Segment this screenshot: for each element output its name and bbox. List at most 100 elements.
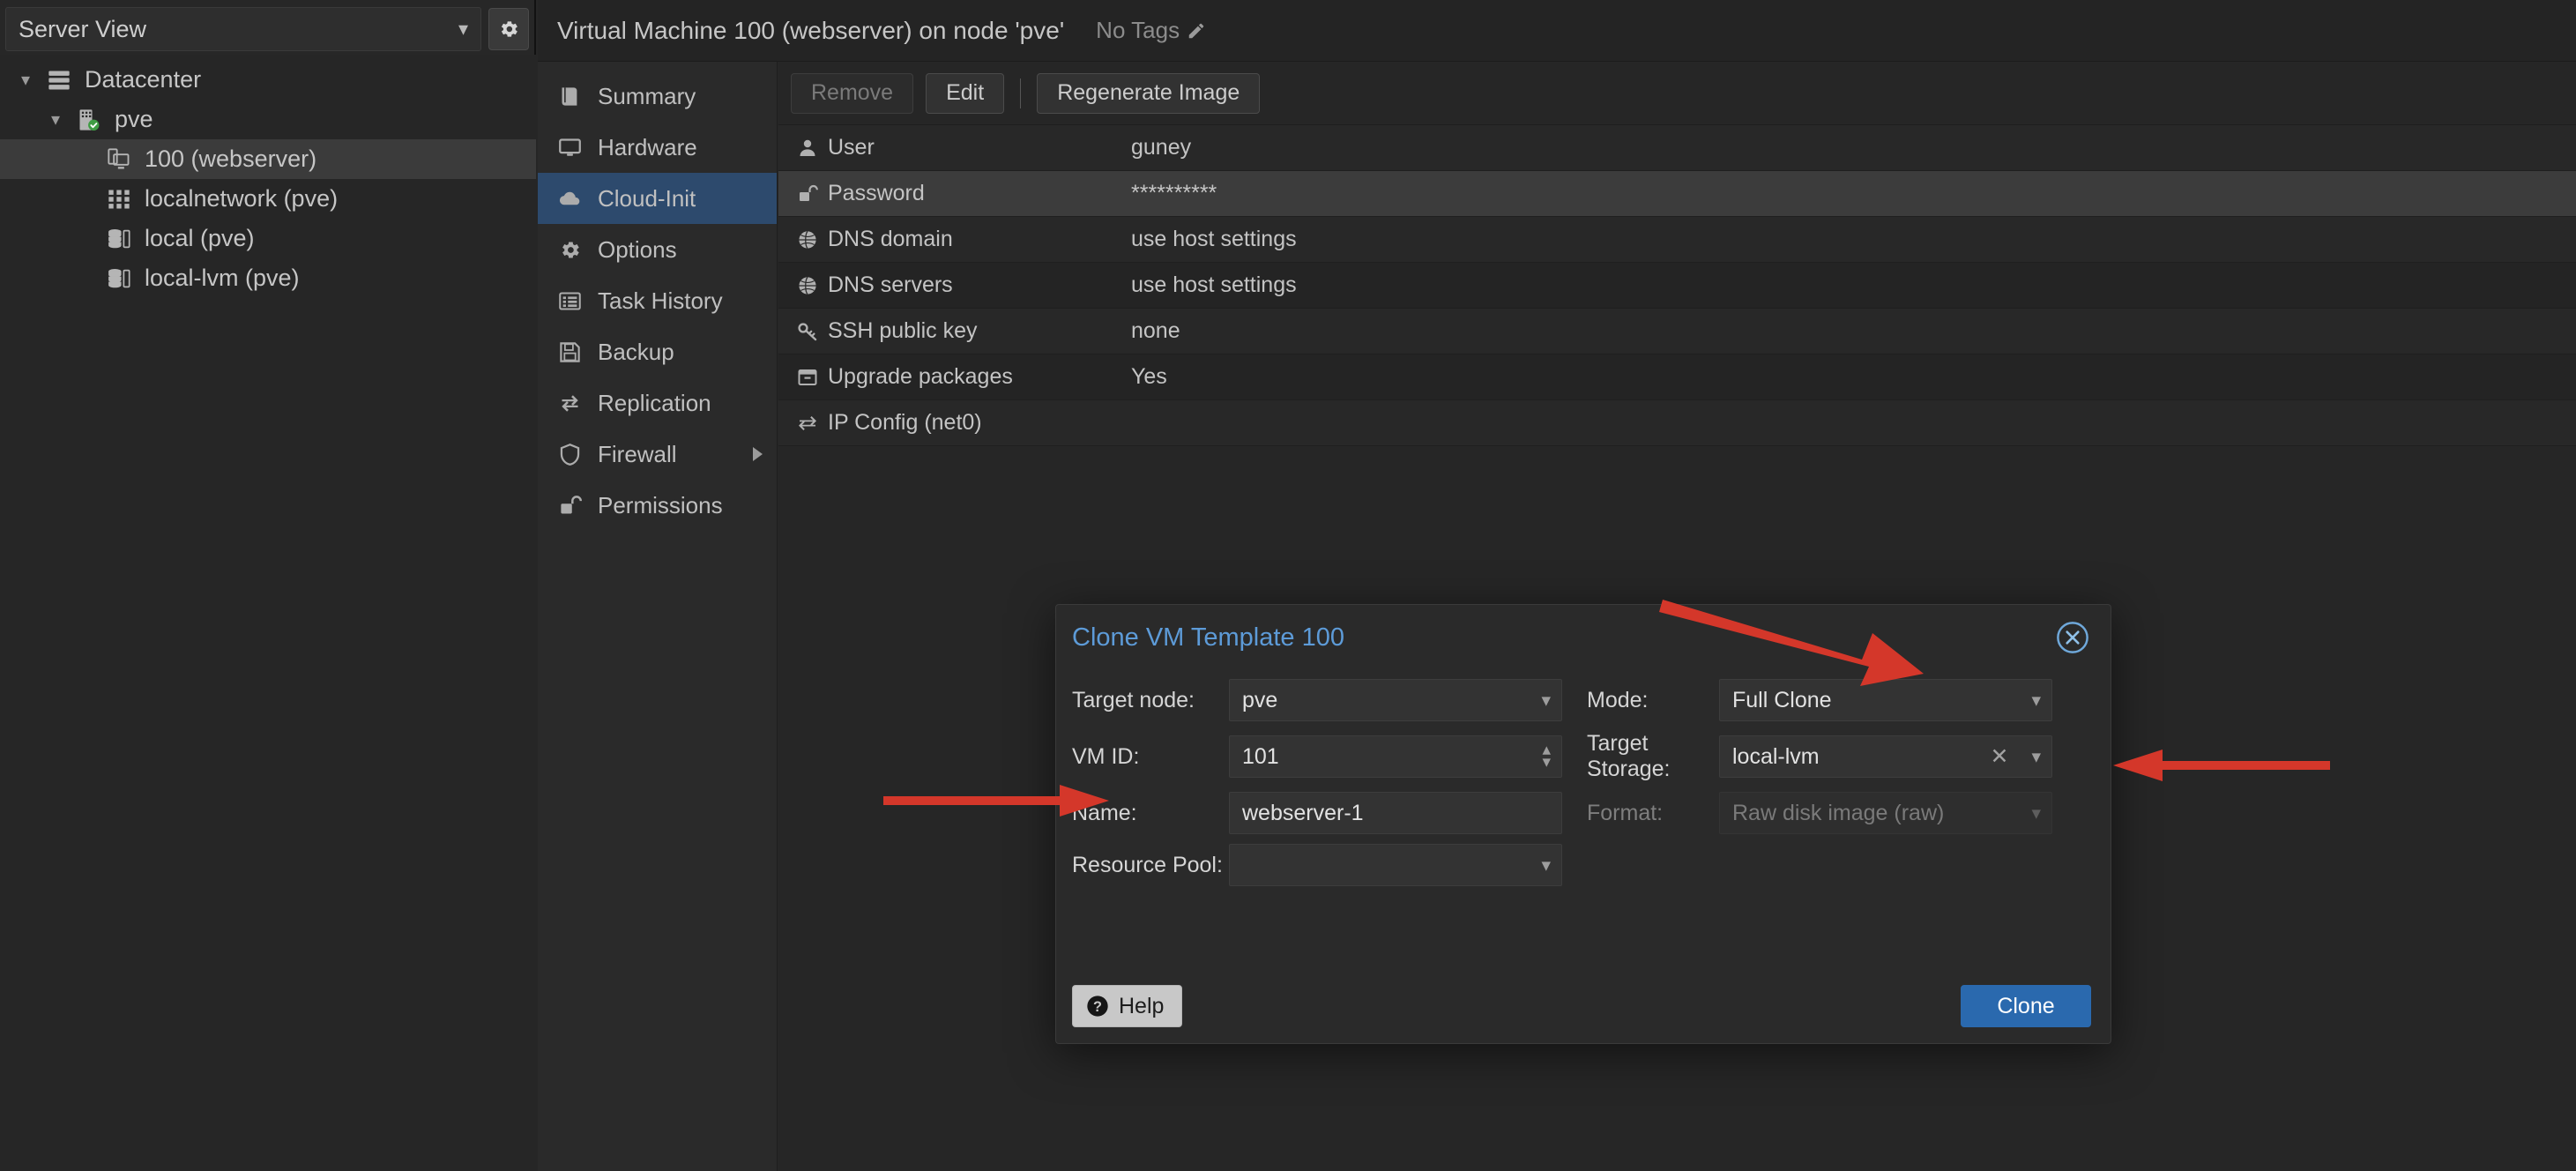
- nav-item-backup[interactable]: Backup: [538, 326, 777, 377]
- tree-item-label: pve: [115, 106, 153, 132]
- monitor-icon: [550, 136, 589, 160]
- table-row[interactable]: DNS domain use host settings: [778, 217, 2576, 263]
- close-circle-icon[interactable]: [2054, 619, 2091, 656]
- table-row[interactable]: Upgrade packages Yes: [778, 354, 2576, 400]
- nav-item-firewall[interactable]: Firewall: [538, 429, 777, 480]
- tree-item-local-lvm-pve[interactable]: local-lvm (pve): [0, 258, 536, 298]
- globe-icon: [793, 275, 823, 296]
- datacenter-icon: [41, 68, 78, 93]
- cloud-init-table: User guney Password ********** DNS domain use…: [778, 125, 2576, 446]
- list-icon: [550, 289, 589, 313]
- clear-icon[interactable]: ✕: [1991, 745, 2009, 768]
- cloud-icon: [550, 187, 589, 211]
- table-row[interactable]: Password **********: [778, 171, 2576, 217]
- table-cell-key-label: DNS servers: [828, 272, 953, 297]
- close-glyph: [2057, 622, 2088, 653]
- nav-item-label: Cloud-Init: [598, 184, 696, 212]
- name-value: webserver-1: [1242, 800, 1364, 825]
- server-view-selector[interactable]: Server View ▾: [5, 7, 481, 51]
- floppy-icon: [559, 341, 580, 362]
- target-node-value: pve: [1242, 687, 1278, 712]
- nav-item-replication[interactable]: Replication: [538, 377, 777, 429]
- network-icon: [108, 190, 130, 208]
- nav-item-label: Replication: [598, 389, 711, 416]
- key-icon: [793, 321, 823, 342]
- tree-item-datacenter[interactable]: ▾ Datacenter: [0, 60, 536, 100]
- storage-icon: [101, 266, 138, 291]
- svg-text:?: ?: [1093, 999, 1102, 1015]
- remove-button[interactable]: Remove: [791, 72, 914, 114]
- nav-item-task-history[interactable]: Task History: [538, 275, 777, 326]
- resource-pool-select[interactable]: ▾: [1229, 844, 1562, 886]
- table-row[interactable]: SSH public key none: [778, 309, 2576, 354]
- dialog-body: Target node: pve ▾ Mode: Full Clone ▾ VM…: [1056, 670, 2111, 970]
- chevron-down-icon: ▾: [1541, 690, 1551, 711]
- mode-label: Mode:: [1587, 687, 1649, 712]
- nav-item-hardware[interactable]: Hardware: [538, 122, 777, 173]
- vm-header-bar: Virtual Machine 100 (webserver) on node …: [538, 0, 2576, 62]
- shield-icon: [550, 443, 589, 466]
- tree-item-label: Datacenter: [85, 66, 202, 93]
- target-node-select[interactable]: pve ▾: [1229, 679, 1562, 721]
- nav-item-label: Hardware: [598, 133, 697, 160]
- vm-id-spinner[interactable]: 101 ▴ ▾: [1229, 735, 1562, 778]
- tree-item-100-webserver[interactable]: 100 (webserver): [0, 139, 536, 179]
- nav-item-label: Permissions: [598, 491, 723, 518]
- node-icon: [79, 108, 100, 131]
- target-storage-value: local-lvm: [1732, 743, 1820, 769]
- nav-item-label: Firewall: [598, 440, 677, 467]
- gear-icon[interactable]: [488, 8, 529, 50]
- unlock-icon: [793, 183, 823, 205]
- table-cell-key-label: Upgrade packages: [828, 364, 1013, 389]
- vm-tags[interactable]: No Tags: [1096, 17, 1206, 44]
- clone-button[interactable]: Clone: [1961, 985, 2091, 1027]
- dialog-footer: ? Help Clone: [1056, 969, 2111, 1043]
- chevron-down-icon[interactable]: ▾: [41, 111, 71, 129]
- table-row[interactable]: User guney: [778, 125, 2576, 171]
- shield-icon: [560, 443, 579, 466]
- table-row[interactable]: IP Config (net0): [778, 400, 2576, 446]
- spinner-arrows-icon[interactable]: ▴ ▾: [1542, 742, 1551, 771]
- table-cell-key-label: IP Config (net0): [828, 410, 982, 435]
- pencil-icon[interactable]: [1187, 21, 1206, 41]
- datacenter-icon: [48, 71, 70, 89]
- regenerate-image-button[interactable]: Regenerate Image: [1037, 72, 1261, 114]
- book-icon: [550, 85, 589, 108]
- clone-vm-dialog: Clone VM Template 100 Target node: pve ▾…: [1055, 604, 2111, 1044]
- table-cell-key-label: DNS domain: [828, 227, 953, 251]
- tree-item-label: 100 (webserver): [145, 145, 317, 172]
- table-row[interactable]: DNS servers use host settings: [778, 263, 2576, 309]
- gear-icon: [562, 242, 579, 257]
- edit-button[interactable]: Edit: [926, 72, 1005, 114]
- table-cell-key-label: Password: [828, 181, 925, 205]
- user-icon: [800, 139, 815, 156]
- nav-item-cloud-init[interactable]: Cloud-Init: [538, 173, 777, 224]
- mode-select[interactable]: Full Clone ▾: [1719, 679, 2052, 721]
- format-select: Raw disk image (raw) ▾: [1719, 792, 2052, 834]
- nav-item-options[interactable]: Options: [538, 224, 777, 275]
- tree-item-local-pve[interactable]: local (pve): [0, 219, 536, 258]
- chevron-down-icon: ▾: [2031, 746, 2041, 767]
- storage-icon: [101, 227, 138, 251]
- resource-pool-label: Resource Pool:: [1072, 852, 1223, 877]
- tree-item-label: local-lvm (pve): [145, 265, 300, 291]
- floppy-icon: [550, 340, 589, 364]
- globe-icon: [799, 276, 816, 295]
- key-icon: [798, 322, 817, 340]
- help-button[interactable]: ? Help: [1072, 985, 1183, 1027]
- nav-item-label: Task History: [598, 287, 723, 314]
- tree-item-label: local (pve): [145, 225, 255, 251]
- nav-item-permissions[interactable]: Permissions: [538, 480, 777, 531]
- tree-item-localnetwork-pve[interactable]: localnetwork (pve): [0, 179, 536, 219]
- user-icon: [793, 138, 823, 159]
- table-cell-key-label: User: [828, 135, 875, 160]
- tree-item-pve[interactable]: ▾ pve: [0, 100, 536, 139]
- target-storage-select[interactable]: local-lvm ✕ ▾: [1719, 735, 2052, 778]
- chevron-down-icon: ▾: [2031, 802, 2041, 824]
- template-icon: [101, 147, 138, 172]
- nav-item-summary[interactable]: Summary: [538, 71, 777, 122]
- table-cell-value: **********: [1131, 181, 1217, 205]
- chevron-down-icon[interactable]: ▾: [11, 71, 41, 89]
- name-input[interactable]: webserver-1: [1229, 792, 1562, 834]
- package-icon: [798, 369, 817, 385]
